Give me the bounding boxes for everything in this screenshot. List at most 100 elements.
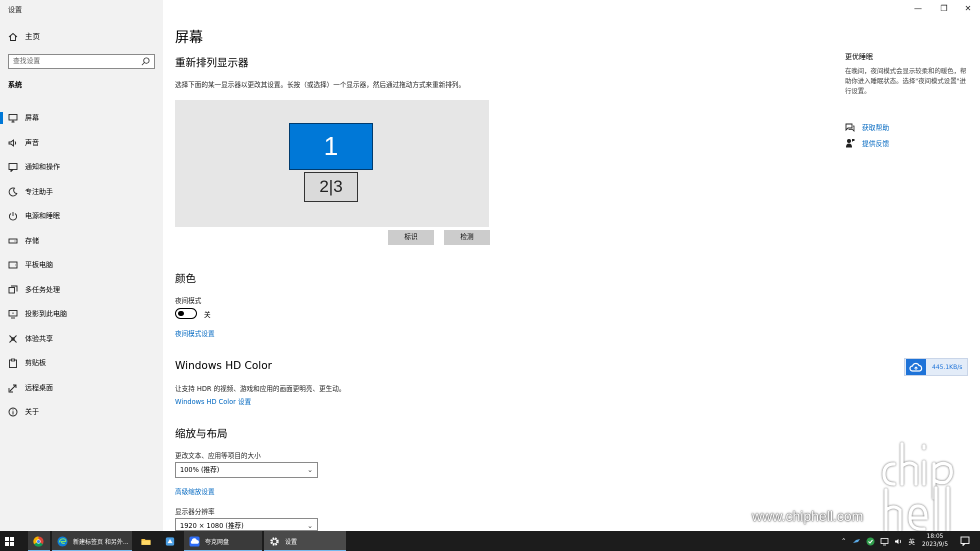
sidebar-item-label: 通知和操作	[25, 163, 60, 172]
advanced-scaling-link[interactable]: 高级缩放设置	[175, 486, 215, 496]
taskbar-settings-label: 设置	[285, 538, 298, 546]
taskbar-quark-label: 夸克网盘	[205, 538, 230, 546]
get-help-link[interactable]: 获取帮助	[845, 122, 889, 132]
scale-value: 100% (推荐)	[180, 466, 220, 474]
night-light-settings-link[interactable]: 夜间模式设置	[175, 328, 215, 338]
sidebar-item-label: 平板电脑	[25, 261, 53, 270]
sidebar-item-label: 电源和睡眠	[25, 212, 60, 221]
sidebar-item-tablet[interactable]: 平板电脑	[0, 253, 163, 278]
clock-time: 18:05	[926, 534, 944, 540]
share-icon	[9, 334, 17, 343]
sidebar-item-project[interactable]: 投影到此电脑	[0, 302, 163, 327]
night-light-toggle-row: 关	[175, 308, 211, 319]
remote-icon	[8, 384, 17, 393]
identify-button[interactable]: 标识	[388, 230, 434, 245]
taskbar-chrome[interactable]	[28, 531, 50, 551]
tray-chevron-icon[interactable]: ⌃	[841, 537, 846, 545]
page-title: 屏幕	[175, 30, 203, 46]
taskbar-edge[interactable]: 新建标签页 和另外...	[52, 531, 132, 551]
sidebar-item-power[interactable]: 电源和睡眠	[0, 204, 163, 229]
clipboard-icon	[9, 358, 17, 369]
windows-icon	[5, 536, 14, 546]
sidebar-item-label: 投影到此电脑	[25, 310, 67, 319]
night-light-label: 夜间模式	[175, 297, 202, 305]
taskbar: 新建标签页 和另外... 夸克网盘 设置 ⌃ 英 18:05 2023/9/5	[0, 531, 980, 551]
display-arrangement[interactable]: 1 2|3	[175, 100, 489, 227]
sidebar-item-label: 剪贴板	[25, 359, 46, 368]
monitor-1[interactable]: 1	[289, 123, 373, 170]
resolution-value: 1920 × 1080 (推荐)	[180, 522, 244, 530]
monitor-2-3[interactable]: 2|3	[304, 172, 358, 202]
taskbar-clock[interactable]: 18:05 2023/9/5	[920, 533, 950, 549]
taskbar-explorer[interactable]	[136, 531, 156, 551]
volume-icon[interactable]	[894, 537, 903, 546]
sidebar-item-display[interactable]: 屏幕	[0, 106, 163, 131]
scale-label: 更改文本、应用等项目的大小	[175, 452, 261, 460]
home-label: 主页	[25, 32, 40, 41]
home-link[interactable]: 主页	[8, 31, 40, 42]
night-light-state: 关	[204, 310, 211, 319]
sidebar-item-label: 多任务处理	[25, 285, 60, 294]
sidebar-item-label: 体验共享	[25, 334, 53, 343]
section-label: 系统	[8, 81, 22, 89]
monitor-icon	[8, 114, 18, 123]
sidebar-item-notifications[interactable]: 通知和操作	[0, 155, 163, 180]
tray-check-icon[interactable]	[866, 537, 875, 546]
feedback-link[interactable]: 提供反馈	[845, 138, 889, 148]
network-speed-value: 445.1KB/s	[932, 363, 963, 371]
clock-date: 2023/9/5	[921, 542, 949, 548]
feedback-icon	[846, 139, 855, 148]
gear-icon	[270, 536, 279, 546]
network-speed-widget[interactable]: 445.1KB/s	[904, 358, 968, 376]
sidebar-item-label: 存储	[25, 236, 39, 245]
watermark-url: www.chiphell.com	[752, 508, 864, 524]
sidebar-item-shared[interactable]: 体验共享	[0, 327, 163, 352]
resolution-select[interactable]: 1920 × 1080 (推荐) ⌄	[175, 518, 318, 531]
ime-indicator[interactable]: 英	[908, 536, 915, 546]
moon-icon	[8, 187, 18, 197]
sidebar-item-remote[interactable]: 远程桌面	[0, 376, 163, 401]
help-chat-icon	[845, 123, 855, 132]
tray-bird-icon[interactable]	[852, 537, 861, 546]
sidebar-item-about[interactable]: 关于	[0, 400, 163, 425]
related-text: 在晚间，夜间模式会显示较柔和的暖色，帮助你进入睡眠状态。选择"夜间模式设置"进行…	[845, 67, 967, 95]
folder-icon	[141, 538, 151, 545]
tray-desktop-icon[interactable]	[880, 537, 889, 546]
system-tray: ⌃ 英	[841, 531, 915, 551]
edge-icon	[57, 535, 68, 547]
hdr-description: 让支持 HDR 的视频、游戏和应用的画面更明亮、更生动。	[175, 385, 346, 393]
tablet-icon	[8, 261, 18, 269]
sidebar-item-label: 关于	[25, 408, 39, 417]
search-placeholder: 查找设置	[13, 57, 41, 65]
resolution-label: 显示器分辨率	[175, 508, 215, 516]
multitask-icon	[8, 285, 18, 294]
scale-select[interactable]: 100% (推荐) ⌄	[175, 462, 318, 478]
sidebar-item-focus[interactable]: 专注助手	[0, 180, 163, 205]
sidebar-item-sound[interactable]: 声音	[0, 131, 163, 156]
chevron-down-icon: ⌄	[307, 466, 313, 474]
notification-center-icon[interactable]	[960, 536, 970, 546]
sidebar-item-clipboard[interactable]: 剪贴板	[0, 351, 163, 376]
taskbar-edge-label: 新建标签页 和另外...	[73, 538, 129, 546]
home-icon	[8, 32, 18, 41]
night-light-toggle[interactable]	[175, 308, 197, 319]
color-heading: 颜色	[175, 273, 196, 285]
detect-button[interactable]: 检测	[444, 230, 490, 245]
hdr-heading: Windows HD Color	[175, 360, 272, 372]
start-button[interactable]	[5, 531, 21, 551]
sidebar-item-storage[interactable]: 存储	[0, 229, 163, 254]
taskbar-quark[interactable]: 夸克网盘	[184, 531, 262, 551]
search-input[interactable]: 查找设置	[8, 54, 155, 69]
hdr-settings-link[interactable]: Windows HD Color 设置	[175, 396, 251, 406]
project-icon	[8, 310, 18, 319]
sidebar-item-multitasking[interactable]: 多任务处理	[0, 278, 163, 303]
sidebar-item-label: 远程桌面	[25, 383, 53, 392]
chevron-down-icon: ⌄	[307, 522, 313, 530]
app-title: 设置	[8, 6, 22, 14]
search-icon	[141, 57, 150, 66]
sidebar-nav: 屏幕 声音 通知和操作 专注助手 电源和睡眠 存储 平板电脑 多任务处理 投影到…	[0, 106, 163, 425]
speaker-icon	[8, 138, 17, 147]
taskbar-app[interactable]	[160, 531, 180, 551]
storage-icon	[8, 238, 18, 244]
taskbar-settings[interactable]: 设置	[264, 531, 346, 551]
